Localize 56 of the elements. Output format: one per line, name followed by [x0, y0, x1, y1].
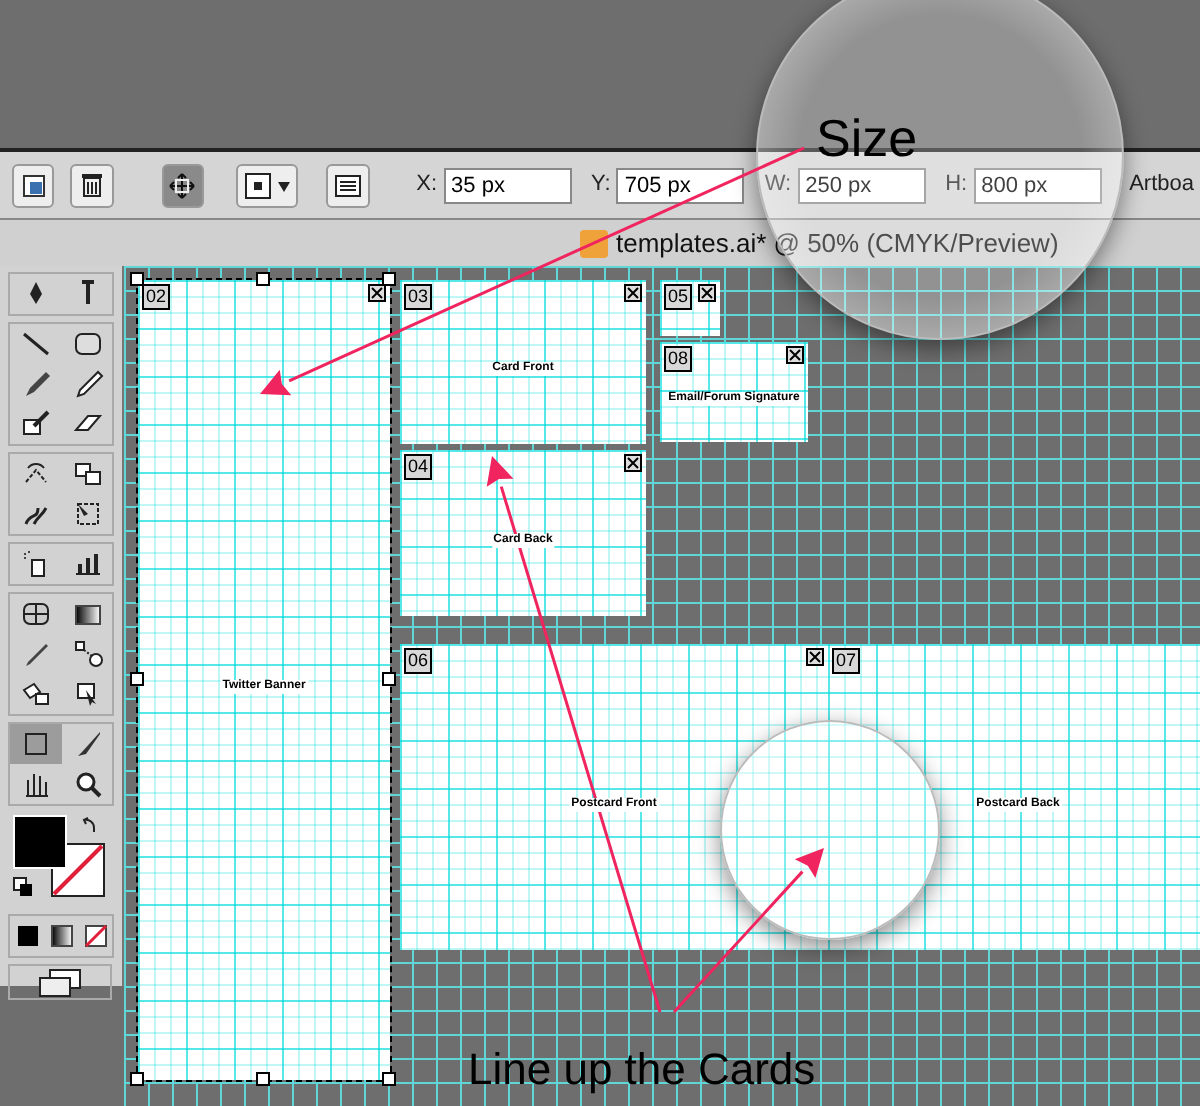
field-label: H:: [945, 170, 968, 201]
field-label: X:: [416, 170, 438, 201]
input-field[interactable]: 35 px: [443, 167, 572, 203]
reference-point-icon: [243, 171, 292, 199]
selection-handle[interactable]: [382, 672, 396, 686]
options-button[interactable]: [326, 163, 370, 207]
artboard-number: 03: [404, 284, 433, 310]
screen-mode-button[interactable]: [8, 964, 112, 1000]
blob-brush-icon: [18, 408, 54, 440]
input-field[interactable]: 705 px: [616, 167, 745, 203]
close-icon[interactable]: [786, 346, 804, 364]
input-field[interactable]: 250 px: [797, 167, 926, 203]
scale-icon: [70, 458, 106, 490]
close-icon[interactable]: [806, 648, 824, 666]
selection-handle[interactable]: [256, 272, 270, 286]
selection-handle[interactable]: [256, 1072, 270, 1086]
artboard-number: 04: [404, 454, 433, 480]
input-field[interactable]: 800 px: [973, 167, 1102, 203]
selection-handle[interactable]: [382, 272, 396, 286]
artboard-number: 05: [664, 284, 693, 310]
close-icon[interactable]: [698, 284, 716, 302]
artboard-icon: [21, 173, 46, 197]
selection-handle[interactable]: [382, 1072, 396, 1086]
selection-handle[interactable]: [130, 1072, 144, 1086]
field-label: Artboa: [1129, 170, 1194, 201]
graph-icon: [70, 548, 106, 580]
close-icon[interactable]: [624, 284, 642, 302]
list-icon: [333, 173, 362, 197]
close-icon[interactable]: [368, 284, 386, 302]
pencil-icon: [70, 368, 106, 400]
line-icon: [18, 328, 54, 360]
delete-button[interactable]: [70, 163, 114, 207]
artboard[interactable]: 05: [660, 280, 720, 336]
selection-handle[interactable]: [130, 272, 144, 286]
gradient-mode-icon: [45, 920, 77, 952]
field-label: W:: [764, 170, 792, 201]
mesh-icon: [18, 598, 54, 630]
annotation-label: Size: [816, 106, 918, 172]
artboard-number: 08: [664, 346, 693, 372]
screen-mode-icon: [34, 966, 86, 998]
trash-icon: [80, 172, 105, 198]
artboard-number: 02: [142, 284, 171, 310]
rounded-rectangle-icon: [70, 328, 106, 360]
none-mode-icon: [79, 920, 111, 952]
blend-icon: [70, 638, 106, 670]
move-icon: [168, 171, 197, 199]
field-label: Y:: [591, 170, 611, 201]
tool-button[interactable]: [10, 724, 62, 764]
artboard-number: 07: [832, 648, 861, 674]
move-artwork-button[interactable]: [161, 163, 205, 207]
artboard-number: 06: [404, 648, 433, 674]
artboard-options-button[interactable]: [12, 163, 55, 207]
reference-point-button[interactable]: [236, 163, 299, 207]
live-paint-icon: [18, 678, 54, 710]
close-icon[interactable]: [624, 454, 642, 472]
selection-handle[interactable]: [130, 672, 144, 686]
